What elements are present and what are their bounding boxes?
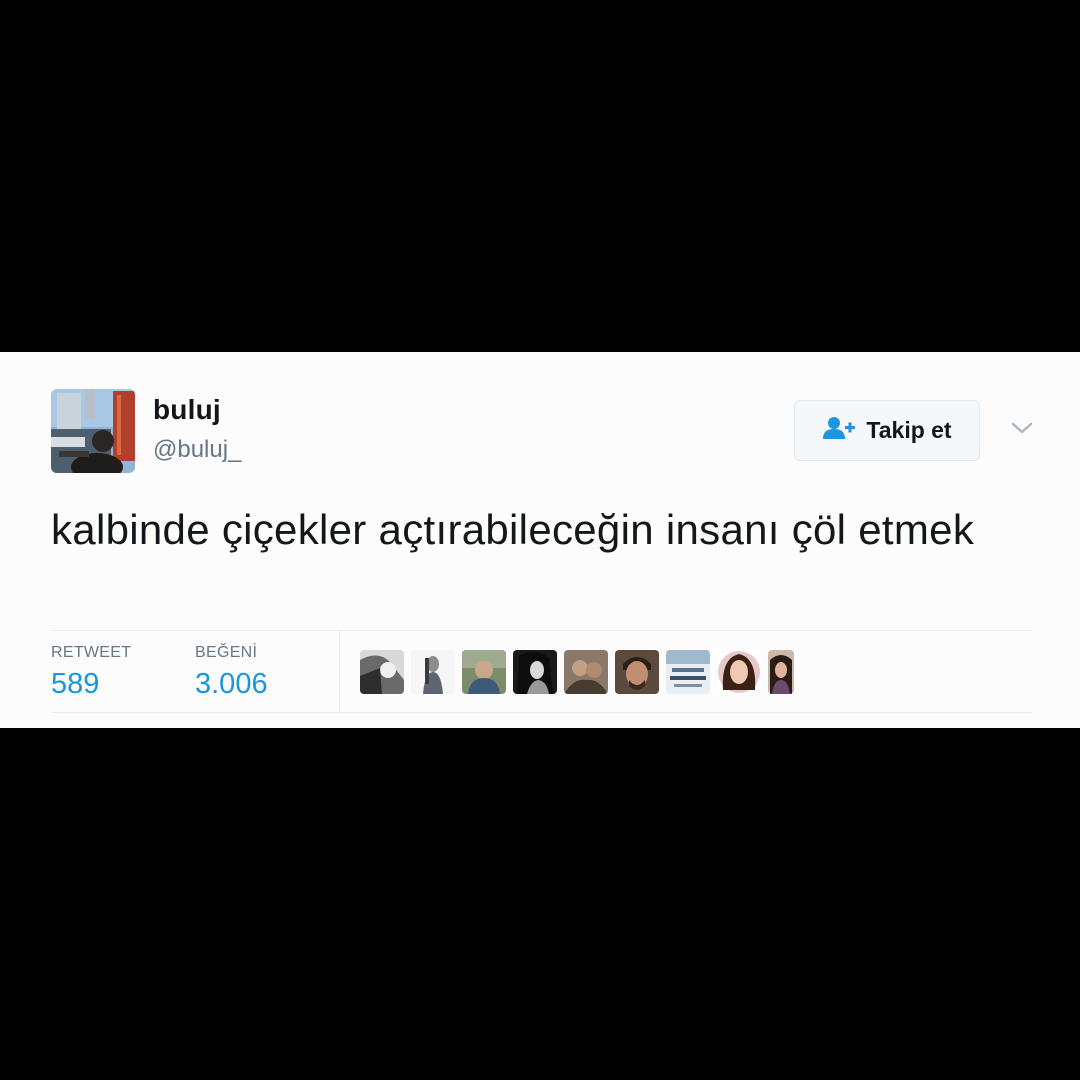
liker-avatar-6[interactable] [615, 650, 659, 694]
chevron-down-icon[interactable] [1008, 418, 1036, 438]
liker-avatar-9[interactable] [768, 650, 794, 694]
likers-list [360, 650, 794, 694]
retweet-stat[interactable]: RETWEET 589 [51, 644, 131, 701]
display-name[interactable]: buluj [153, 394, 221, 426]
add-user-icon [822, 416, 856, 445]
likes-stat[interactable]: BEĞENİ 3.006 [195, 644, 268, 701]
likes-count[interactable]: 3.006 [195, 668, 268, 701]
retweet-label: RETWEET [51, 644, 132, 661]
follow-button-label: Takip et [866, 417, 952, 443]
likes-label: BEĞENİ [195, 644, 258, 661]
liker-avatar-3[interactable] [462, 650, 506, 694]
liker-avatar-8[interactable] [717, 650, 761, 694]
retweet-count[interactable]: 589 [51, 668, 131, 701]
divider [51, 630, 1032, 631]
tweet-text: kalbinde çiçekler açtırabileceğin insanı… [51, 506, 975, 553]
liker-avatar-1[interactable] [360, 650, 404, 694]
liker-avatar-5[interactable] [564, 650, 608, 694]
divider [51, 712, 1032, 713]
avatar[interactable] [51, 389, 135, 473]
stat-divider [339, 631, 340, 712]
username[interactable]: @buluj_ [153, 436, 241, 464]
follow-button[interactable]: Takip et [794, 400, 980, 461]
liker-avatar-2[interactable] [411, 650, 455, 694]
liker-avatar-7[interactable] [666, 650, 710, 694]
tweet-card: buluj @buluj_ Takip et kalbinde çiçekler… [0, 352, 1080, 728]
liker-avatar-4[interactable] [513, 650, 557, 694]
